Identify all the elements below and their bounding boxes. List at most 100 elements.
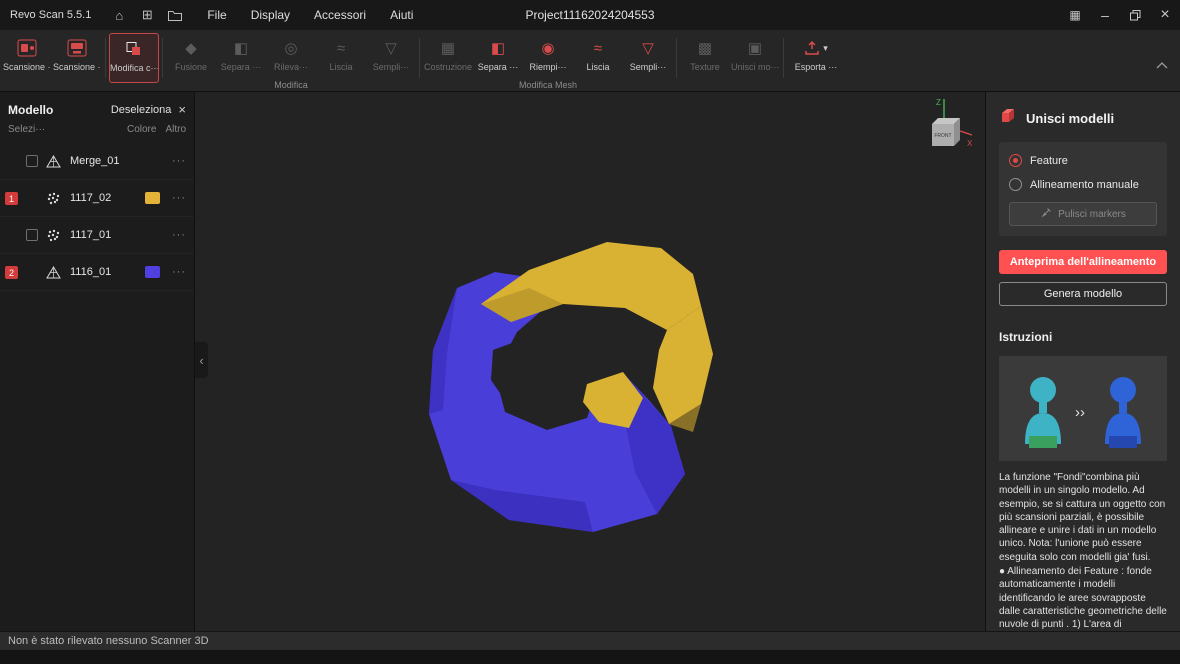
checkbox[interactable]: [26, 155, 38, 167]
radio-manual-alignment[interactable]: Allineamento manuale: [1009, 178, 1157, 191]
rileva-button[interactable]: ◎ Rileva···: [266, 33, 316, 83]
view-gizmo[interactable]: Z X FRONT: [913, 94, 975, 156]
export-icon: [804, 38, 820, 58]
radio-feature-label: Feature: [1030, 155, 1068, 167]
restore-button[interactable]: [1120, 0, 1150, 30]
texture-button[interactable]: ▩ Texture: [680, 33, 730, 83]
semplifica-mesh-label: Sempli···: [630, 62, 667, 72]
collapse-left-panel-handle[interactable]: ‹: [195, 342, 208, 378]
column-other: Altro: [165, 124, 186, 135]
scan-button-1-label: Scansione ···: [3, 62, 51, 72]
menu-bar: File Display Accessori Aiuti: [207, 8, 413, 22]
liscia-mesh-label: Liscia: [586, 62, 609, 72]
layout-grid-icon[interactable]: ▦: [1060, 0, 1090, 30]
merge-order-badge: 2: [5, 266, 18, 279]
group-label-modifica: Modifica: [274, 80, 308, 90]
separa-label: Separa ···: [221, 62, 262, 72]
riempi-button[interactable]: ◉ Riempi···: [523, 33, 573, 83]
more-options-button[interactable]: ···: [172, 266, 186, 278]
scanned-models-render: [195, 92, 985, 631]
color-swatch[interactable]: [145, 266, 160, 278]
checkbox[interactable]: [26, 229, 38, 241]
toolbar-group-modifica-mesh: ▦ Costruzione ··· ◧ Separa ··· ◉ Riempi·…: [423, 30, 673, 90]
merge-panel: Unisci modelli Feature Allineamento manu…: [985, 92, 1180, 631]
scan-button-2-label: Scansione ···: [53, 62, 101, 72]
separa-button[interactable]: ◧ Separa ···: [216, 33, 266, 83]
close-button[interactable]: ×: [1150, 0, 1180, 30]
fusione-button[interactable]: ◆ Fusione: [166, 33, 216, 83]
alignment-preview-button[interactable]: Anteprima dell'allineamento: [999, 250, 1167, 274]
pointcloud-icon: [44, 229, 62, 242]
rileva-label: Rileva···: [274, 62, 308, 72]
close-icon[interactable]: ×: [178, 102, 186, 117]
mesh-icon: [44, 266, 62, 279]
viewport-3d[interactable]: Z X FRONT ‹: [195, 92, 985, 631]
new-project-icon[interactable]: ⊞: [135, 4, 159, 26]
radio-unselected-icon[interactable]: [1009, 178, 1022, 191]
instructions-title: Istruzioni: [999, 330, 1167, 344]
costruzione-button[interactable]: ▦ Costruzione ···: [423, 33, 473, 83]
toolbar-divider: [105, 38, 106, 78]
titlebar: Revo Scan 5.5.1 ⌂ ⊞ File Display Accesso…: [0, 0, 1180, 30]
liscia-mesh-button[interactable]: ≈ Liscia: [573, 33, 623, 83]
costruzione-icon: ▦: [441, 38, 455, 58]
deselect-all-button[interactable]: Deseleziona ×: [111, 102, 186, 117]
menu-accessori[interactable]: Accessori: [314, 8, 366, 22]
generate-model-button[interactable]: Genera modello: [999, 282, 1167, 306]
fusione-icon: ◆: [185, 38, 197, 58]
more-options-button[interactable]: ···: [172, 229, 186, 241]
liscia-icon: ≈: [337, 38, 345, 58]
edit-current-button[interactable]: Modifica c···: [109, 33, 159, 83]
axis-x-label: X: [967, 139, 973, 148]
more-options-button[interactable]: ···: [172, 192, 186, 204]
column-select[interactable]: Selezi···: [8, 124, 45, 135]
toolbar: Scansione ··· Scansione ··· Modifica c··…: [0, 30, 1180, 92]
model-panel: Modello Deseleziona × Selezi··· Colore A…: [0, 92, 195, 631]
clean-markers-button[interactable]: Pulisci markers: [1009, 202, 1157, 226]
bottom-strip: [0, 650, 1180, 664]
list-item-merge-01[interactable]: Merge_01 ···: [0, 143, 194, 180]
home-icon[interactable]: ⌂: [107, 4, 131, 26]
liscia-mesh-icon: ≈: [594, 38, 602, 58]
list-item-1116-01[interactable]: 2 1116_01 ···: [0, 254, 194, 291]
status-bar: Non è stato rilevato nessuno Scanner 3D: [0, 631, 1180, 650]
color-swatch[interactable]: [145, 192, 160, 204]
merge-models-icon: ▣: [748, 38, 762, 58]
liscia-button[interactable]: ≈ Liscia: [316, 33, 366, 83]
pointcloud-icon: [44, 192, 62, 205]
menu-aiuti[interactable]: Aiuti: [390, 8, 413, 22]
radio-feature[interactable]: Feature: [1009, 154, 1157, 167]
toolbar-divider: [783, 38, 784, 78]
toolbar-group-modifica: ◆ Fusione ◧ Separa ··· ◎ Rileva··· ≈ Lis…: [166, 30, 416, 90]
separa-mesh-label: Separa ···: [478, 62, 519, 72]
merge-panel-title: Unisci modelli: [1026, 111, 1114, 126]
open-folder-icon[interactable]: [163, 4, 187, 26]
collapse-toolbar-chevron[interactable]: [1156, 56, 1168, 74]
merge-models-icon: [999, 107, 1017, 130]
menu-display[interactable]: Display: [251, 8, 290, 22]
scan-button-2[interactable]: Scansione ···: [52, 33, 102, 83]
list-item-1117-02[interactable]: 1 1117_02 ···: [0, 180, 194, 217]
more-options-button[interactable]: ···: [172, 155, 186, 167]
esporta-button[interactable]: ▾ Esporta ···: [787, 33, 845, 83]
scanner-status-text: Non è stato rilevato nessuno Scanner 3D: [8, 635, 209, 647]
instructions-illustration: ››: [999, 356, 1167, 461]
group-label-modifica-mesh: Modifica Mesh: [519, 80, 577, 90]
scan-button-1[interactable]: Scansione ···: [2, 33, 52, 83]
edit-current-label: Modifica c···: [110, 63, 158, 73]
semplifica-button[interactable]: ▽ Sempli···: [366, 33, 416, 83]
menu-file[interactable]: File: [207, 8, 226, 22]
separa-mesh-button[interactable]: ◧ Separa ···: [473, 33, 523, 83]
alignment-options-card: Feature Allineamento manuale Pulisci mar…: [999, 142, 1167, 236]
radio-selected-icon[interactable]: [1009, 154, 1022, 167]
list-item-1117-01[interactable]: 1117_01 ···: [0, 217, 194, 254]
semplifica-mesh-icon: ▽: [642, 38, 654, 58]
clean-markers-label: Pulisci markers: [1058, 209, 1126, 220]
separa-icon: ◧: [234, 38, 248, 58]
rileva-icon: ◎: [284, 38, 297, 58]
unisci-modelli-button[interactable]: ▣ Unisci mo···: [730, 33, 780, 83]
minimize-button[interactable]: –: [1090, 0, 1120, 30]
semplifica-mesh-button[interactable]: ▽ Sempli···: [623, 33, 673, 83]
chevrons-icon: ››: [1075, 404, 1085, 421]
merge-order-badge: 1: [5, 192, 18, 205]
